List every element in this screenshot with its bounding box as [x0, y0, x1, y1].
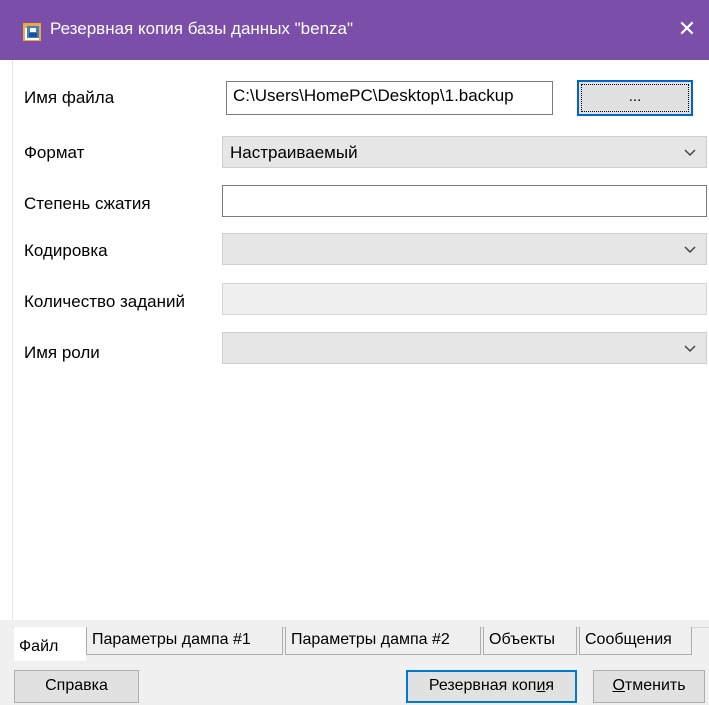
chevron-down-icon	[684, 149, 696, 157]
backup-dialog: Резервная копия базы данных "benza" ✕ Им…	[0, 0, 709, 705]
compression-field[interactable]	[222, 185, 707, 217]
backup-button[interactable]: Резервная копия	[406, 670, 577, 703]
tab-dump-options-2-label: Параметры дампа #2	[291, 631, 450, 648]
cancel-label-rest: тменить	[624, 677, 686, 694]
format-select[interactable]: Настраиваемый	[222, 136, 707, 168]
window-title: Резервная копия базы данных "benza"	[50, 19, 354, 38]
cancel-label-accelerator: О	[612, 677, 625, 694]
role-label: Имя роли	[24, 343, 100, 362]
format-value: Настраиваемый	[230, 143, 358, 162]
backup-label-part1: Резервная коп	[428, 677, 537, 694]
jobs-label: Количество заданий	[24, 292, 186, 311]
tab-messages-label: Сообщения	[585, 631, 672, 648]
tab-file-label: Файл	[19, 638, 59, 655]
browse-button[interactable]: ...	[577, 80, 693, 116]
backup-label-part2: я	[545, 677, 555, 694]
database-backup-icon	[23, 23, 41, 41]
title-bar: Резервная копия базы данных "benza" ✕	[0, 0, 709, 60]
close-button[interactable]: ✕	[673, 13, 701, 45]
encoding-label: Кодировка	[24, 241, 108, 260]
tab-objects[interactable]: Объекты	[483, 627, 577, 655]
help-button[interactable]: Справка	[14, 670, 139, 703]
tab-dump-options-1-label: Параметры дампа #1	[92, 631, 251, 648]
tab-file[interactable]: Файл	[14, 627, 86, 661]
focus-rect	[581, 84, 689, 112]
tab-bar: Файл Параметры дампа #1 Параметры дампа …	[0, 620, 709, 662]
jobs-field[interactable]	[222, 283, 707, 315]
compression-label: Степень сжатия	[24, 194, 151, 213]
tab-dump-options-1[interactable]: Параметры дампа #1	[86, 627, 283, 655]
tab-messages[interactable]: Сообщения	[579, 627, 692, 655]
filename-label: Имя файла	[24, 88, 115, 107]
tab-objects-label: Объекты	[489, 631, 555, 648]
cancel-button[interactable]: Отменить	[593, 670, 705, 703]
encoding-select[interactable]	[222, 233, 707, 265]
close-icon: ✕	[677, 16, 697, 41]
format-label: Формат	[24, 143, 85, 162]
role-select[interactable]	[222, 332, 707, 364]
content-border	[12, 60, 13, 620]
tab-content-file: Имя файла C:\Users\HomePC\Desktop\1.back…	[0, 60, 709, 620]
filename-value: C:\Users\HomePC\Desktop\1.backup	[233, 86, 514, 105]
chevron-down-icon	[684, 246, 696, 254]
chevron-down-icon	[684, 345, 696, 353]
filename-field[interactable]: C:\Users\HomePC\Desktop\1.backup	[226, 81, 553, 115]
help-label: Справка	[45, 677, 108, 694]
tab-dump-options-2[interactable]: Параметры дампа #2	[285, 627, 481, 655]
